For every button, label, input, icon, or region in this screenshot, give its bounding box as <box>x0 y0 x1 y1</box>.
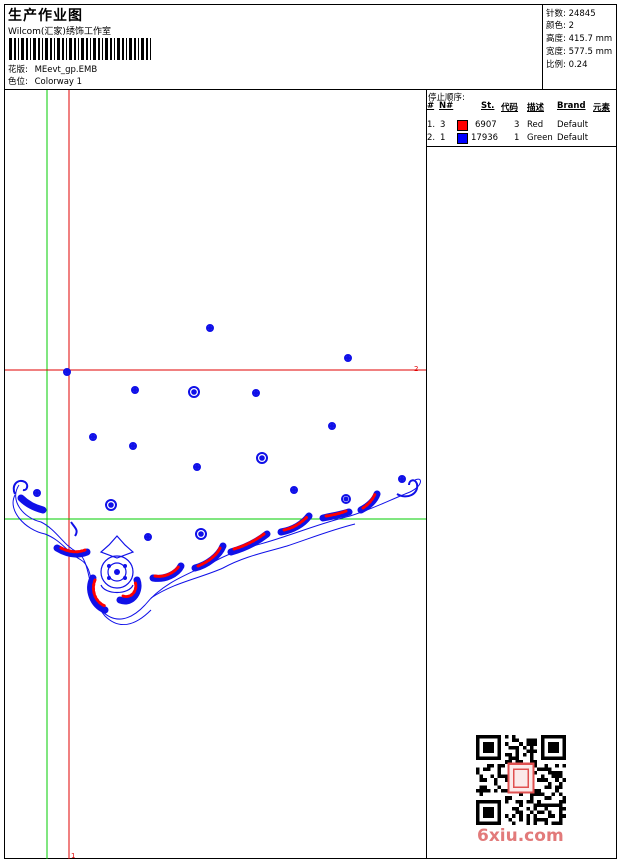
panel-divider <box>427 146 616 147</box>
design-label: 花版: <box>8 65 28 75</box>
color-swatch-red <box>457 120 468 131</box>
watermark-logo: 6xiu.com <box>477 826 564 846</box>
colorway-line: 色位: Colorway 1 <box>8 75 82 87</box>
stat-colors: 颜色: 2 <box>546 21 574 31</box>
row-brand: Default <box>557 133 589 143</box>
sheet-title: 生产作业图 <box>8 8 83 24</box>
stats-box: 针数: 24845 颜色: 2 高度: 415.7 mm 宽度: 577.5 m… <box>542 5 617 89</box>
row-stitches: 17936 <box>471 133 499 143</box>
barcode <box>9 38 151 60</box>
medallion-core <box>107 564 127 580</box>
col-description: 描述 <box>527 103 545 113</box>
col-needle: N# <box>439 101 454 111</box>
stat-stitches: 针数: 24845 <box>546 9 596 19</box>
row-index: 1. <box>427 120 436 130</box>
scattered-motifs <box>33 324 406 541</box>
studio-name: Wilcom(汇家)绣饰工作室 <box>8 27 111 37</box>
col-stitches: St. <box>481 101 495 111</box>
row-brand: Default <box>557 120 589 130</box>
row-needle: 3 <box>440 120 446 130</box>
row-description: Green <box>527 133 553 143</box>
guide-label-vertical: 1 <box>71 852 75 859</box>
production-sheet: 生产作业图 Wilcom(汇家)绣饰工作室 花版: MEevt_gp.EMB 色… <box>4 4 617 860</box>
stat-width: 宽度: 577.5 mm <box>546 47 613 57</box>
header-info: 生产作业图 Wilcom(汇家)绣饰工作室 花版: MEevt_gp.EMB 色… <box>5 5 542 89</box>
stat-height: 高度: 415.7 mm <box>546 34 613 44</box>
qr-code <box>476 735 566 825</box>
row-code: 3 <box>514 120 520 130</box>
row-code: 1 <box>514 133 520 143</box>
row-index: 2. <box>427 133 436 143</box>
col-element: 元素 <box>593 103 611 113</box>
table-row: 1. 3 6907 3 Red Default <box>427 120 616 132</box>
stat-scale: 比例: 0.24 <box>546 60 588 70</box>
col-code: 代码 <box>501 103 519 113</box>
colorway-value: Colorway 1 <box>34 77 83 87</box>
border-curls <box>12 479 419 537</box>
design-line: 花版: MEevt_gp.EMB <box>8 63 97 75</box>
design-canvas: 2 1 <box>5 90 427 860</box>
row-stitches: 6907 <box>475 120 497 130</box>
row-needle: 1 <box>440 133 446 143</box>
lace-satin-red <box>59 492 377 608</box>
row-description: Red <box>527 120 544 130</box>
color-swatch-blue <box>457 133 468 144</box>
col-brand: Brand <box>557 101 586 111</box>
design-value: MEevt_gp.EMB <box>34 65 98 75</box>
embroidery-preview: 2 1 <box>5 90 426 860</box>
colorway-label: 色位: <box>8 77 28 87</box>
guide-label-horizontal: 2 <box>414 365 418 373</box>
table-row: 2. 1 17936 1 Green Default <box>427 133 616 145</box>
col-index: # <box>427 101 435 111</box>
medallion <box>99 535 135 594</box>
